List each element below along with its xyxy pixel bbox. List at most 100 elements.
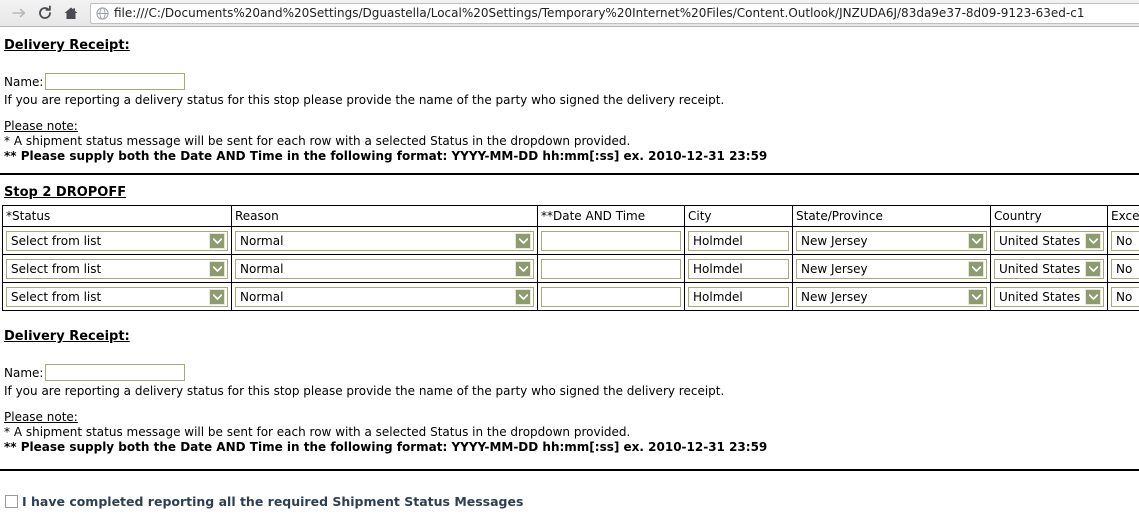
divider-bottom bbox=[0, 469, 1139, 471]
status-dropdown-row-2[interactable]: Select from list bbox=[6, 258, 228, 279]
status-dropdown-value-row-3: Select from list bbox=[11, 289, 102, 304]
confirm-row: I have completed reporting all the requi… bbox=[5, 494, 1135, 509]
cell-city: Holmdel bbox=[684, 226, 793, 255]
country-dropdown-row-1[interactable]: United States bbox=[994, 230, 1104, 251]
cell-city: Holmdel bbox=[684, 254, 793, 283]
reason-dropdown-row-3[interactable]: Normal bbox=[235, 286, 534, 307]
page-title: Delivery Receipt: bbox=[4, 38, 130, 53]
stop-heading: Stop 2 DROPOFF bbox=[4, 185, 127, 200]
status-dropdown-row-1[interactable]: Select from list bbox=[6, 230, 228, 251]
cell-country: United States bbox=[990, 254, 1108, 283]
country-dropdown-value-row-1: United States bbox=[999, 233, 1081, 248]
cell-reason: Normal bbox=[231, 226, 538, 255]
reason-dropdown-value-row-2: Normal bbox=[240, 261, 284, 276]
chevron-down-icon[interactable] bbox=[968, 288, 984, 305]
cell-status: Select from list bbox=[2, 226, 232, 255]
name-label: Name: bbox=[4, 365, 44, 380]
name-row-top: Name: bbox=[4, 73, 1135, 90]
browser-toolbar: file:///C:/Documents%20and%20Settings/Dg… bbox=[0, 0, 1139, 27]
delivery-receipt-name-input-bottom[interactable] bbox=[45, 364, 186, 381]
chevron-down-icon[interactable] bbox=[515, 288, 531, 305]
datetime-input-row-2[interactable] bbox=[541, 258, 681, 279]
chevron-down-icon[interactable] bbox=[968, 260, 984, 277]
cell-state: New Jersey bbox=[792, 282, 991, 311]
cell-datetime bbox=[537, 226, 685, 255]
chevron-down-icon[interactable] bbox=[1085, 260, 1101, 277]
cell-status: Select from list bbox=[2, 254, 232, 283]
delivery-receipt-section-bottom: Delivery Receipt: Name: If you are repor… bbox=[0, 311, 1139, 455]
column-header-status: *Status bbox=[2, 205, 232, 227]
cell-reason: Normal bbox=[231, 282, 538, 311]
form-page: Delivery Receipt: Name: If you are repor… bbox=[0, 27, 1139, 522]
country-dropdown-value-row-3: United States bbox=[999, 289, 1081, 304]
divider-top bbox=[0, 173, 1139, 175]
state-dropdown-row-2[interactable]: New Jersey bbox=[796, 258, 987, 279]
state-dropdown-value-row-1: New Jersey bbox=[801, 233, 868, 248]
cell-reason: Normal bbox=[231, 254, 538, 283]
home-icon[interactable] bbox=[58, 2, 84, 24]
city-value-row-3: Holmdel bbox=[688, 286, 789, 307]
state-dropdown-value-row-2: New Jersey bbox=[801, 261, 868, 276]
note-line-1-top: * A shipment status message will be sent… bbox=[4, 134, 631, 148]
city-value-row-2: Holmdel bbox=[688, 258, 789, 279]
note-line-2-top: ** Please supply both the Date AND Time … bbox=[4, 149, 768, 163]
exception-value-row-3: No bbox=[1111, 286, 1139, 307]
url-text: file:///C:/Documents%20and%20Settings/Dg… bbox=[114, 5, 1085, 20]
country-dropdown-row-3[interactable]: United States bbox=[994, 286, 1104, 307]
chevron-down-icon[interactable] bbox=[209, 260, 225, 277]
delivery-receipt-name-input-top[interactable] bbox=[45, 73, 186, 90]
cell-exception: No bbox=[1107, 254, 1139, 283]
note-line-2-bottom: ** Please supply both the Date AND Time … bbox=[4, 440, 768, 454]
column-header-state: State/Province bbox=[792, 205, 991, 227]
delivery-receipt-section-top: Delivery Receipt: Name: If you are repor… bbox=[0, 27, 1139, 164]
datetime-input-row-3[interactable] bbox=[541, 286, 681, 307]
reason-dropdown-row-2[interactable]: Normal bbox=[235, 258, 534, 279]
delivery-receipt-help-bottom: If you are reporting a delivery status f… bbox=[4, 384, 725, 398]
chevron-down-icon[interactable] bbox=[1085, 232, 1101, 249]
column-header-city: City bbox=[684, 205, 793, 227]
completed-reporting-checkbox[interactable] bbox=[5, 495, 18, 508]
chevron-down-icon[interactable] bbox=[209, 288, 225, 305]
column-header-exception: Exce bbox=[1107, 205, 1139, 227]
state-dropdown-row-1[interactable]: New Jersey bbox=[796, 230, 987, 251]
table-row: Select from list Normal Holmdel New Jers… bbox=[2, 282, 1139, 311]
state-dropdown-row-3[interactable]: New Jersey bbox=[796, 286, 987, 307]
state-dropdown-value-row-3: New Jersey bbox=[801, 289, 868, 304]
note-line-1-bottom: * A shipment status message will be sent… bbox=[4, 425, 631, 439]
cell-country: United States bbox=[990, 282, 1108, 311]
cell-city: Holmdel bbox=[684, 282, 793, 311]
cell-country: United States bbox=[990, 226, 1108, 255]
status-dropdown-value-row-2: Select from list bbox=[11, 261, 102, 276]
chevron-down-icon[interactable] bbox=[209, 232, 225, 249]
stop-section: Stop 2 DROPOFF bbox=[0, 181, 1139, 200]
chevron-down-icon[interactable] bbox=[968, 232, 984, 249]
reload-icon[interactable] bbox=[32, 2, 58, 24]
name-row-bottom: Name: bbox=[4, 364, 1135, 381]
chevron-down-icon[interactable] bbox=[1085, 288, 1101, 305]
datetime-input-row-1[interactable] bbox=[541, 230, 681, 251]
cell-exception: No bbox=[1107, 282, 1139, 311]
status-dropdown-row-3[interactable]: Select from list bbox=[6, 286, 228, 307]
completed-reporting-label: I have completed reporting all the requi… bbox=[22, 494, 524, 509]
city-value-row-1: Holmdel bbox=[688, 230, 789, 251]
column-header-reason: Reason bbox=[231, 205, 538, 227]
chevron-down-icon[interactable] bbox=[515, 232, 531, 249]
column-header-country: Country bbox=[990, 205, 1108, 227]
form-footer: I have completed reporting all the requi… bbox=[0, 494, 1139, 522]
exception-value-row-2: No bbox=[1111, 258, 1139, 279]
country-dropdown-row-2[interactable]: United States bbox=[994, 258, 1104, 279]
forward-arrow-icon[interactable] bbox=[6, 2, 32, 24]
cell-state: New Jersey bbox=[792, 254, 991, 283]
reason-dropdown-row-1[interactable]: Normal bbox=[235, 230, 534, 251]
name-label: Name: bbox=[4, 74, 44, 89]
table-row: Select from list Normal Holmdel New Jers… bbox=[2, 226, 1139, 255]
exception-value-row-1: No bbox=[1111, 230, 1139, 251]
reason-dropdown-value-row-3: Normal bbox=[240, 289, 284, 304]
chevron-down-icon[interactable] bbox=[515, 260, 531, 277]
table-header-row: *Status Reason **Date AND Time City Stat… bbox=[2, 205, 1139, 227]
cell-exception: No bbox=[1107, 226, 1139, 255]
column-header-datetime: **Date AND Time bbox=[537, 205, 685, 227]
reason-dropdown-value-row-1: Normal bbox=[240, 233, 284, 248]
url-bar[interactable]: file:///C:/Documents%20and%20Settings/Dg… bbox=[90, 2, 1139, 24]
shipment-status-table: *Status Reason **Date AND Time City Stat… bbox=[2, 205, 1139, 311]
